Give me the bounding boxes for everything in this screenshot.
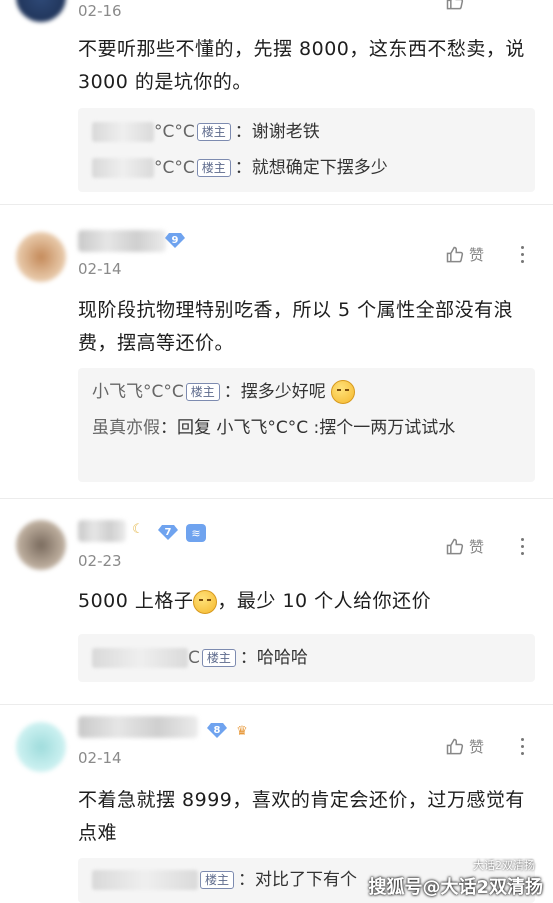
like-label: 赞: [469, 246, 485, 264]
thumbs-up-icon: [446, 246, 464, 262]
blurred-name: [92, 158, 154, 178]
wave-badge-icon: ≋: [186, 524, 206, 542]
divider: [0, 704, 553, 705]
thinking-emoji-icon: [193, 589, 218, 614]
owner-tag: 楼主: [196, 159, 231, 177]
reply-text: ：就想确定下摆多少: [234, 158, 388, 178]
blurred-name: [92, 122, 154, 142]
like-button[interactable]: 赞: [445, 244, 484, 265]
more-options-icon[interactable]: [516, 738, 528, 755]
username[interactable]: [78, 520, 126, 542]
avatar[interactable]: [16, 722, 66, 772]
reply-text: ：谢谢老铁: [234, 122, 320, 142]
like-button[interactable]: 赞: [445, 536, 484, 557]
reply-author[interactable]: °C°C: [92, 122, 195, 142]
avatar[interactable]: [16, 520, 66, 570]
comment-3: ☾ 7 ≋ 02-23 赞 5000 上格子 ，最少 10 个人给你还价 C 楼主：…: [0, 508, 553, 698]
smile-emoji-icon: [331, 380, 356, 404]
watermark: 搜狐号@大话2双清扬: [368, 877, 543, 898]
comment-body: 不要听那些不懂的，先摆 8000，这东西不愁卖，说 3000 的是坑你的。: [78, 38, 525, 93]
reply-item[interactable]: C 楼主 ：哈哈哈: [92, 642, 523, 674]
owner-tag: 楼主: [196, 123, 231, 141]
reply-box: C 楼主 ：哈哈哈: [78, 634, 535, 682]
reply-author[interactable]: C: [92, 648, 200, 668]
reply-text: ：对比了下有个: [238, 870, 358, 890]
comment-body: 现阶段抗物理特别吃香，所以 5 个属性全部没有浪费，摆高等还价。: [78, 299, 514, 354]
reply-item[interactable]: 小飞飞°C°C 楼主 ：摆多少好呢: [92, 376, 523, 408]
level-badge: 9: [165, 232, 185, 248]
avatar[interactable]: [16, 0, 66, 22]
thumbs-up-icon: [446, 0, 464, 10]
like-button[interactable]: 赞: [445, 736, 484, 757]
more-options-icon[interactable]: [516, 246, 528, 263]
like-button[interactable]: [445, 0, 465, 12]
reply-author[interactable]: 小飞飞°C°C: [92, 382, 184, 402]
crown-badge-icon: ♛: [236, 723, 248, 739]
reply-box: 小飞飞°C°C 楼主 ：摆多少好呢 虽真亦假：回复 小飞飞°C°C :摆个一两万试试…: [78, 368, 535, 482]
thumbs-up-icon: [446, 738, 464, 754]
divider: [0, 498, 553, 499]
comment-date: 02-14: [78, 749, 122, 767]
reply-author[interactable]: °C°C: [92, 158, 195, 178]
comment-1: 02-16 不要听那些不懂的，先摆 8000，这东西不愁卖，说 3000 的是坑…: [0, 0, 553, 200]
reply-text: ：摆多少好呢: [223, 382, 326, 402]
more-options-icon[interactable]: [516, 538, 528, 555]
thumbs-up-icon: [446, 538, 464, 554]
reply-text: ：回复 小飞飞°C°C :摆个一两万试试水: [160, 418, 456, 438]
reply-author[interactable]: 虽真亦假: [92, 418, 160, 438]
reply-author[interactable]: [92, 870, 198, 890]
comment-2: 9 02-14 赞 现阶段抗物理特别吃香，所以 5 个属性全部没有浪费，摆高等还…: [0, 220, 553, 490]
comment-date: 02-14: [78, 260, 122, 278]
username[interactable]: [78, 716, 198, 738]
avatar[interactable]: [16, 232, 66, 282]
reply-item[interactable]: 虽真亦假：回复 小飞飞°C°C :摆个一两万试试水: [92, 412, 523, 444]
level-badge: 8: [207, 722, 227, 738]
comment-body: 不着急就摆 8999，喜欢的肯定会还价，过万感觉有点难: [78, 789, 525, 844]
comment-date: 02-16: [78, 2, 122, 20]
comment-date: 02-23: [78, 552, 122, 570]
divider: [0, 204, 553, 205]
level-badge: 7: [158, 524, 178, 540]
blurred-name: [92, 648, 188, 668]
reply-box: °C°C 楼主 ：谢谢老铁 °C°C 楼主 ：就想确定下摆多少: [78, 108, 535, 192]
owner-tag: 楼主: [200, 871, 235, 889]
owner-tag: 楼主: [201, 649, 236, 667]
like-label: 赞: [469, 538, 485, 556]
reply-item[interactable]: °C°C 楼主 ：就想确定下摆多少: [92, 152, 523, 184]
like-label: 赞: [469, 738, 485, 756]
blurred-name: [92, 870, 198, 890]
reply-text: ：哈哈哈: [239, 648, 308, 668]
comment-body: 5000 上格子 ，最少 10 个人给你还价: [78, 589, 432, 614]
username[interactable]: [78, 230, 166, 252]
owner-tag: 楼主: [185, 383, 220, 401]
watermark-small: 大话2双清扬: [473, 859, 535, 872]
reply-item[interactable]: °C°C 楼主 ：谢谢老铁: [92, 116, 523, 148]
moon-badge-icon: ☾: [132, 521, 144, 537]
